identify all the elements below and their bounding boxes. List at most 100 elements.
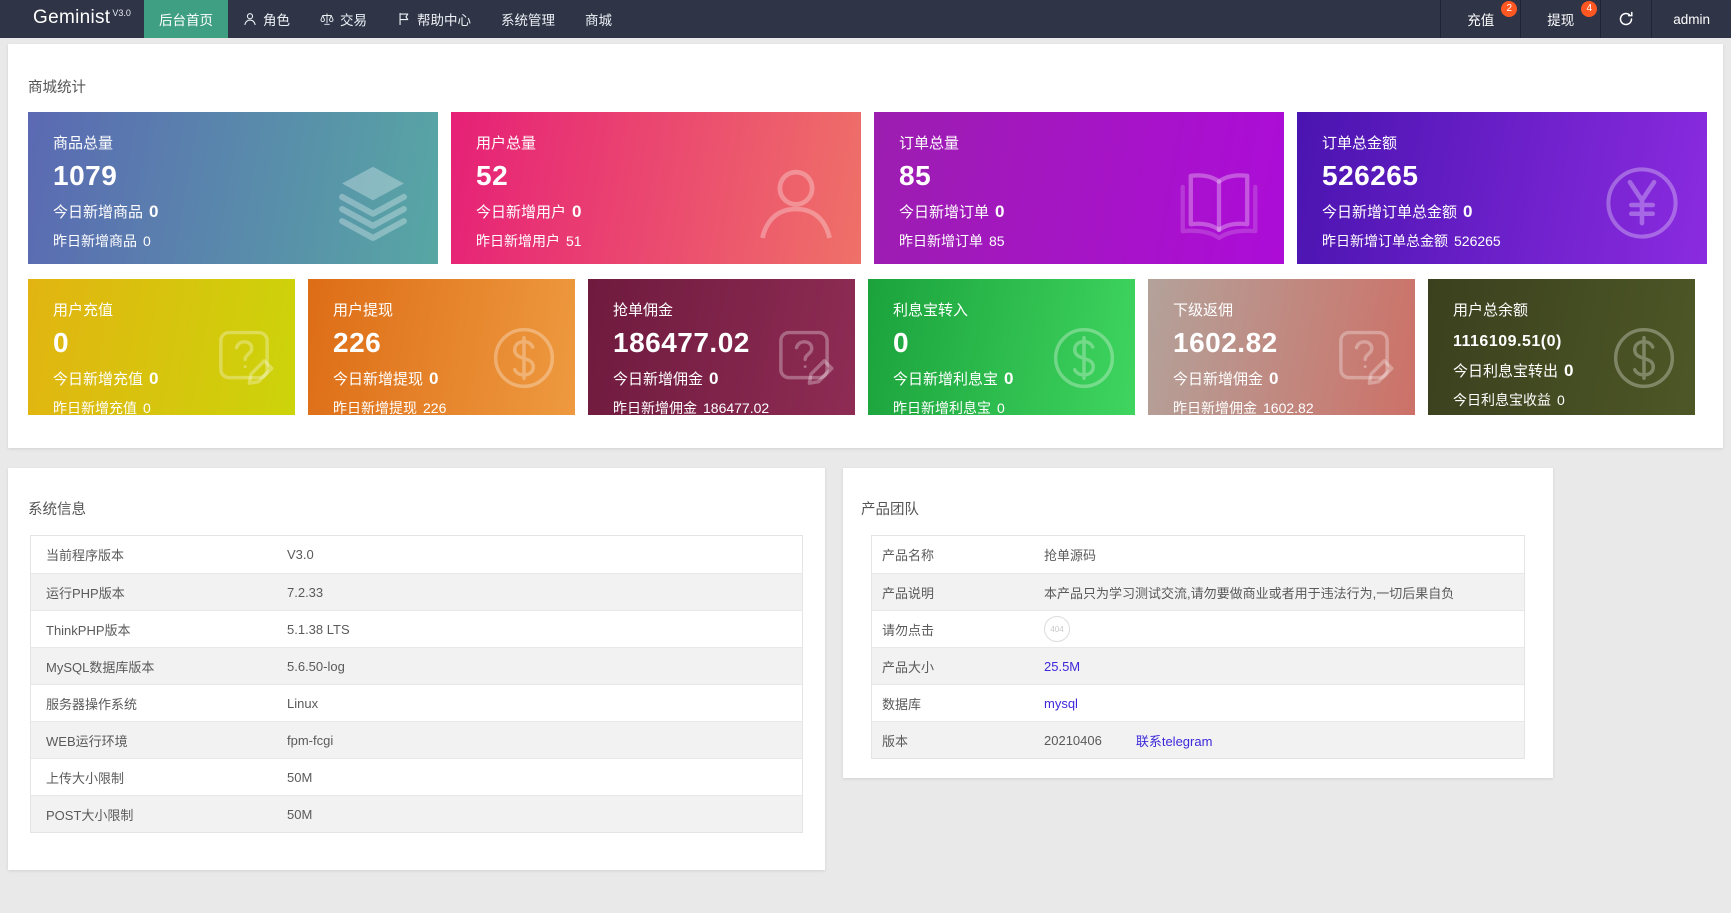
navbar-actions: 充值2提现4 [1440,0,1600,38]
nav-tab-trade[interactable]: 交易 [305,0,382,38]
nav-tab-help-center[interactable]: 帮助中心 [382,0,486,38]
stat-card-today-label: 今日新增充值 [53,368,143,389]
stat-card-today-value: 0 [1004,369,1013,389]
nav-tab-label: 交易 [340,9,367,29]
stat-card-yesterday-line: 昨日新增用户 51 [476,231,861,251]
info-row: WEB运行环境fpm-fcgi [31,721,802,758]
stat-card-value: 0 [53,327,295,359]
nav-tab-label: 帮助中心 [417,9,471,29]
nav-tab-system-manage[interactable]: 系统管理 [486,0,570,38]
stat-card-today-line: 今日新增提现0 [333,368,575,389]
info-row: 产品大小25.5M [872,647,1524,684]
stat-card-goods-total: 商品总量1079今日新增商品0昨日新增商品0 [28,112,438,264]
person-icon [243,12,257,26]
value-text: 7.2.33 [287,585,323,600]
info-row-value: 5.6.50-log [287,659,802,674]
stat-card-title: 用户总余额 [1453,299,1695,320]
stat-card-yesterday-value: 526265 [1454,233,1501,249]
stat-card-today-line: 今日新增订单0 [899,201,1284,222]
info-row: ThinkPHP版本5.1.38 LTS [31,610,802,647]
stat-card-title: 用户总量 [476,132,861,153]
stat-card-body: 商品总量1079今日新增商品0昨日新增商品0 [28,112,438,251]
stat-card-value: 1079 [53,160,438,192]
stat-card-today-line: 今日新增用户 0 [476,201,861,222]
info-row-value: V3.0 [287,547,802,562]
stat-card-yesterday-line: 昨日新增提现226 [333,398,575,415]
info-row-label: ThinkPHP版本 [31,620,287,639]
stat-card-today-label: 今日新增提现 [333,368,423,389]
info-row-value: 5.1.38 LTS [287,622,802,637]
stat-card-today-value: 0 [572,202,581,222]
info-row-label: 数据库 [872,694,1044,713]
stat-card-yesterday-value: 51 [566,233,582,249]
system-info-title: 系统信息 [8,468,825,519]
stat-card-value: 1602.82 [1173,327,1415,359]
stat-card-body: 用户总余额1116109.51(0)今日利息宝转出0今日利息宝收益0 [1428,279,1695,410]
stat-card-yesterday-value: 1602.82 [1263,400,1314,415]
value-text: V3.0 [287,547,314,562]
nav-tab-label: 系统管理 [501,9,555,29]
stat-card-today-label: 今日新增利息宝 [893,368,998,389]
stat-card-title: 用户提现 [333,299,575,320]
system-info-table: 当前程序版本V3.0运行PHP版本7.2.33ThinkPHP版本5.1.38 … [30,535,803,833]
info-row-value: 7.2.33 [287,585,802,600]
top-navbar: Geminist V3.0 后台首页角色交易帮助中心系统管理商城 充值2提现4 … [0,0,1731,38]
nav-tab-label: 角色 [263,9,290,29]
info-row-value: 404 [1044,616,1524,642]
user-menu[interactable]: admin [1651,0,1731,38]
value-text: 5.1.38 LTS [287,622,350,637]
stat-card-title: 利息宝转入 [893,299,1135,320]
info-row: POST大小限制50M [31,795,802,832]
flag-icon [397,12,411,26]
stat-card-value: 0 [893,327,1135,359]
stat-card-yesterday-label: 昨日新增订单总金额 [1322,231,1448,251]
stat-card-yesterday-label: 昨日新增订单 [899,231,983,251]
info-row-value: fpm-fcgi [287,733,802,748]
withdraw-button[interactable]: 提现4 [1520,0,1600,38]
info-row: 当前程序版本V3.0 [31,536,802,573]
info-row: 运行PHP版本7.2.33 [31,573,802,610]
stat-card-users-total: 用户总量52今日新增用户0昨日新增用户51 [451,112,861,264]
info-row-label: 请勿点击 [872,620,1044,639]
value-link[interactable]: 25.5M [1044,659,1080,674]
stat-card-today-line: 今日新增订单总金额0 [1322,201,1707,222]
stat-card-today-label: 今日新增用户 [476,201,566,222]
info-row-label: 版本 [872,731,1044,750]
value-link[interactable]: 联系telegram [1136,731,1213,750]
info-row-value: 本产品只为学习测试交流,请勿要做商业或者用于违法行为,一切后果自负 [1044,583,1524,602]
stat-card-today-value: 0 [709,369,718,389]
stat-card-yesterday-label: 昨日新增用户 [476,231,560,251]
stat-card-body: 用户提现226今日新增提现0昨日新增提现226 [308,279,575,415]
info-row-value: 50M [287,770,802,785]
stat-card-title: 商品总量 [53,132,438,153]
shop-stats-panel: 商城统计 商品总量1079今日新增商品0昨日新增商品0用户总量52今日新增用户0… [8,44,1723,448]
nav-tab-mall[interactable]: 商城 [570,0,627,38]
value-text: 5.6.50-log [287,659,345,674]
stat-card-yesterday-label: 昨日新增佣金 [1173,398,1257,415]
refresh-button[interactable] [1600,0,1651,38]
nav-tab-label: 后台首页 [159,9,213,29]
stat-card-yesterday-label: 昨日新增充值 [53,398,137,415]
stat-card-user-balance-total: 用户总余额1116109.51(0)今日利息宝转出0今日利息宝收益0 [1428,279,1695,415]
info-row-value: Linux [287,696,802,711]
info-row: 服务器操作系统Linux [31,684,802,721]
info-row: 版本20210406联系telegram [872,721,1524,758]
value-text: 本产品只为学习测试交流,请勿要做商业或者用于违法行为,一切后果自负 [1044,583,1454,602]
stat-card-orders-total: 订单总量85今日新增订单0昨日新增订单85 [874,112,1284,264]
nav-tab-roles[interactable]: 角色 [228,0,305,38]
badge-404[interactable]: 404 [1044,616,1070,642]
product-team-table: 产品名称抢单源码产品说明本产品只为学习测试交流,请勿要做商业或者用于违法行为,一… [871,535,1525,759]
info-row-label: 产品大小 [872,657,1044,676]
info-row: MySQL数据库版本5.6.50-log [31,647,802,684]
product-team-title: 产品团队 [843,468,1553,519]
app-version: V3.0 [112,8,131,18]
value-link[interactable]: mysql [1044,696,1078,711]
value-text: 50M [287,807,312,822]
stat-card-value: 186477.02 [613,327,855,359]
info-row: 数据库mysql [872,684,1524,721]
stat-card-body: 订单总金额526265今日新增订单总金额0昨日新增订单总金额526265 [1297,112,1707,251]
stat-card-yesterday-line: 昨日新增商品0 [53,231,438,251]
stat-card-yesterday-line: 昨日新增订单总金额 526265 [1322,231,1707,251]
nav-tab-home[interactable]: 后台首页 [144,0,228,38]
recharge-button[interactable]: 充值2 [1440,0,1520,38]
